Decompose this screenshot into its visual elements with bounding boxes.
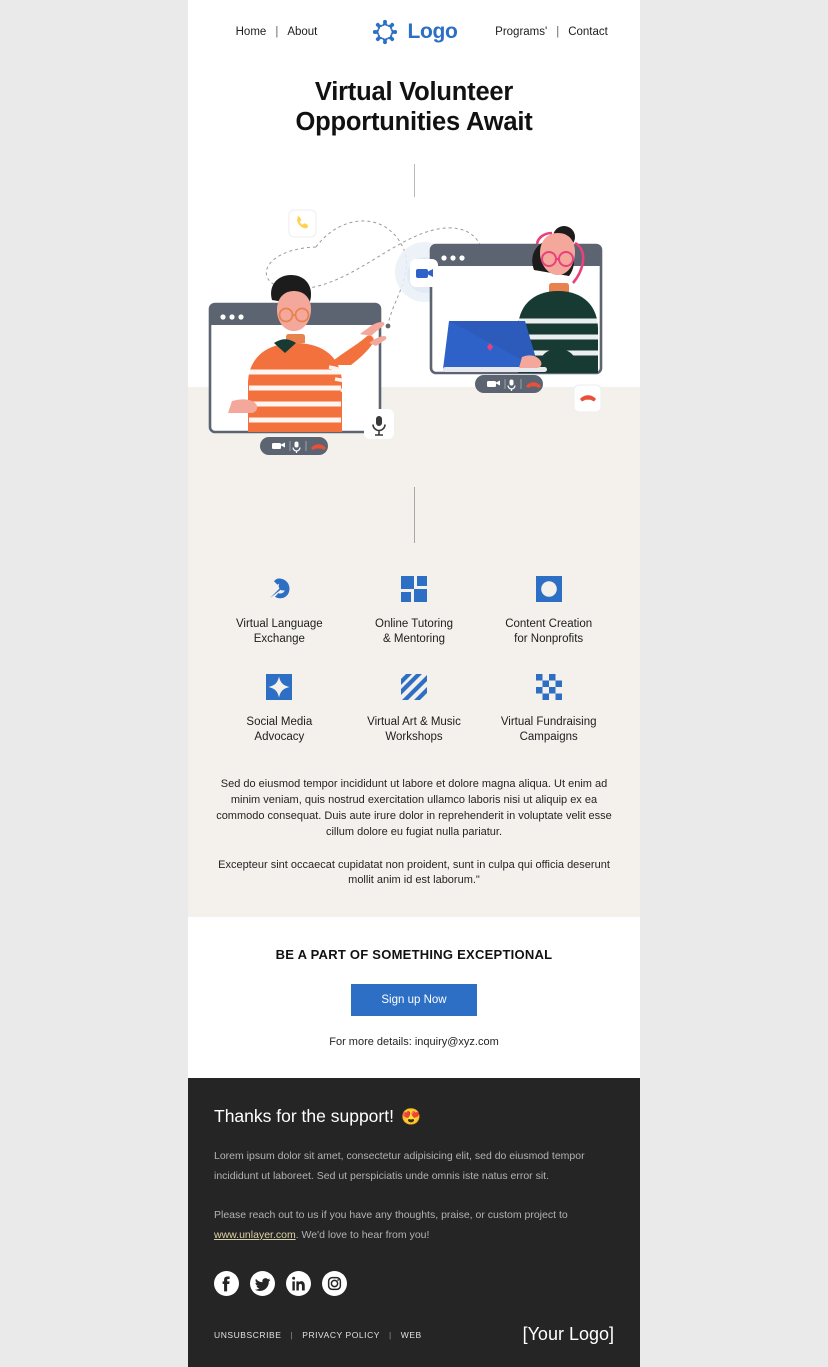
nav-link-programs[interactable]: Programs' bbox=[495, 26, 547, 38]
brand-name: Logo bbox=[407, 20, 458, 43]
checkerboard-icon bbox=[487, 671, 610, 703]
linkedin-icon[interactable] bbox=[286, 1271, 311, 1297]
diagonal-stripes-icon bbox=[353, 671, 476, 703]
footer-link-web[interactable]: WEB bbox=[401, 1330, 422, 1340]
footer-paragraph-2-before: Please reach out to us if you have any t… bbox=[214, 1209, 568, 1222]
logo-people-circle-icon bbox=[373, 19, 398, 45]
feature-label: Content Creation for Nonprofits bbox=[487, 617, 610, 647]
feature-virtual-language-exchange[interactable]: Virtual Language Exchange bbox=[212, 573, 347, 671]
divider-top bbox=[413, 163, 415, 197]
footer-title: Thanks for the support! 😍 bbox=[214, 1106, 614, 1127]
call-controls-left bbox=[260, 436, 328, 455]
top-navigation: Home | About Logo Programs' | Contact bbox=[188, 0, 640, 64]
feature-content-creation[interactable]: Content Creation for Nonprofits bbox=[481, 573, 616, 671]
video-call-illustration bbox=[208, 209, 603, 455]
footer-wrapper: Thanks for the support! 😍 Lorem ipsum do… bbox=[188, 1078, 640, 1367]
instagram-icon[interactable] bbox=[322, 1271, 347, 1297]
feature-label: Virtual Art & Music Workshops bbox=[353, 715, 476, 745]
feature-label-line-2: Advocacy bbox=[254, 731, 305, 744]
social-links bbox=[214, 1271, 614, 1297]
unlayer-link[interactable]: www.unlayer.com bbox=[214, 1229, 296, 1241]
feature-label: Virtual Language Exchange bbox=[218, 617, 341, 647]
email-container: Home | About Logo Programs' | Contact Vi… bbox=[188, 0, 640, 1367]
hangup-badge-icon bbox=[573, 384, 602, 413]
phone-badge-icon bbox=[288, 209, 317, 238]
arrow-pin-icon bbox=[218, 573, 341, 605]
sign-up-button[interactable]: Sign up Now bbox=[351, 984, 477, 1017]
feature-label: Social Media Advocacy bbox=[218, 715, 341, 745]
brand-logo[interactable]: Logo bbox=[339, 17, 489, 47]
footer-link-separator: | bbox=[290, 1329, 294, 1340]
nav-link-home[interactable]: Home bbox=[236, 26, 267, 38]
feature-label-line-2: Campaigns bbox=[519, 731, 578, 744]
video-badge-icon bbox=[410, 258, 438, 287]
footer-link-unsubscribe[interactable]: UNSUBSCRIBE bbox=[214, 1330, 281, 1340]
footer-paragraph-1: Lorem ipsum dolor sit amet, consectetur … bbox=[214, 1150, 585, 1182]
feature-virtual-fundraising[interactable]: Virtual Fundraising Campaigns bbox=[481, 671, 616, 769]
cta-section: BE A PART OF SOMETHING EXCEPTIONAL Sign … bbox=[188, 917, 640, 1079]
feature-label-line-2: Exchange bbox=[253, 632, 305, 645]
cta-title: BE A PART OF SOMETHING EXCEPTIONAL bbox=[275, 947, 553, 963]
facebook-icon[interactable] bbox=[214, 1271, 239, 1297]
footer-section: Thanks for the support! 😍 Lorem ipsum do… bbox=[188, 1078, 640, 1367]
hero-title-line-2: Opportunities Await bbox=[295, 107, 533, 136]
square-circle-icon bbox=[487, 573, 610, 605]
feature-social-media-advocacy[interactable]: Social Media Advocacy bbox=[212, 671, 347, 769]
footer-title-text: Thanks for the support! bbox=[214, 1106, 394, 1127]
smiling-face-heart-eyes-icon: 😍 bbox=[400, 1108, 421, 1126]
nav-link-contact[interactable]: Contact bbox=[568, 26, 608, 38]
call-controls-right bbox=[475, 374, 543, 393]
nav-link-about[interactable]: About bbox=[287, 26, 317, 38]
feature-label-line-1: Virtual Art & Music bbox=[367, 716, 461, 728]
nav-separator: | bbox=[556, 26, 560, 38]
footer-logo-placeholder: [Your Logo] bbox=[522, 1324, 614, 1345]
feature-label-line-1: Virtual Language bbox=[235, 617, 323, 630]
hero-title-line-1: Virtual Volunteer bbox=[314, 78, 514, 106]
nav-group-right: Programs' | Contact bbox=[489, 26, 614, 38]
page-title: Virtual Volunteer Opportunities Await bbox=[214, 78, 614, 138]
content-section: Virtual Language Exchange Online Tutorin… bbox=[188, 454, 640, 918]
hero-section: Virtual Volunteer Opportunities Await bbox=[188, 64, 640, 197]
feature-label-line-2: for Nonprofits bbox=[514, 632, 584, 645]
body-copy: Sed do eiusmod tempor incididunt ut labo… bbox=[188, 769, 640, 889]
feature-label-line-2: Workshops bbox=[385, 731, 443, 744]
feature-virtual-art-music[interactable]: Virtual Art & Music Workshops bbox=[347, 671, 482, 769]
footer-paragraph-2-after: . We'd love to hear from you! bbox=[295, 1228, 430, 1241]
body-paragraph-1: Sed do eiusmod tempor incididunt ut labo… bbox=[216, 778, 612, 838]
feature-label-line-2: & Mentoring bbox=[383, 632, 446, 645]
body-paragraph-2: Excepteur sint occaecat cupidatat non pr… bbox=[218, 858, 610, 887]
footer-bottom-bar: UNSUBSCRIBE | PRIVACY POLICY | WEB [Your… bbox=[214, 1324, 614, 1367]
feature-label-line-1: Social Media bbox=[246, 716, 313, 728]
footer-links: UNSUBSCRIBE | PRIVACY POLICY | WEB bbox=[214, 1330, 422, 1340]
mic-badge-icon bbox=[364, 408, 394, 439]
footer-link-separator: | bbox=[389, 1329, 392, 1340]
feature-label-line-1: Content Creation bbox=[505, 617, 593, 630]
grid-squares-icon bbox=[353, 573, 476, 605]
features-row-2: Social Media Advocacy Virtual Art & Musi… bbox=[212, 671, 616, 769]
footer-paragraph-2: Please reach out to us if you have any t… bbox=[214, 1206, 614, 1245]
sparkle-square-icon bbox=[218, 671, 341, 703]
twitter-icon[interactable] bbox=[250, 1271, 275, 1297]
feature-label-line-1: Virtual Fundraising bbox=[500, 716, 597, 728]
cta-contact-note: For more details: inquiry@xyz.com bbox=[329, 1036, 499, 1049]
nav-group-left: Home | About bbox=[214, 26, 339, 38]
feature-label: Online Tutoring & Mentoring bbox=[353, 617, 476, 647]
features-row-1: Virtual Language Exchange Online Tutorin… bbox=[212, 573, 616, 671]
feature-label: Virtual Fundraising Campaigns bbox=[487, 715, 610, 745]
feature-online-tutoring[interactable]: Online Tutoring & Mentoring bbox=[347, 573, 482, 671]
divider-middle bbox=[413, 486, 415, 543]
features-grid: Virtual Language Exchange Online Tutorin… bbox=[188, 543, 640, 770]
nav-separator: | bbox=[275, 26, 279, 38]
footer-link-privacy[interactable]: PRIVACY POLICY bbox=[302, 1330, 380, 1340]
hero-illustration bbox=[188, 196, 640, 455]
feature-label-line-1: Online Tutoring bbox=[375, 617, 453, 630]
